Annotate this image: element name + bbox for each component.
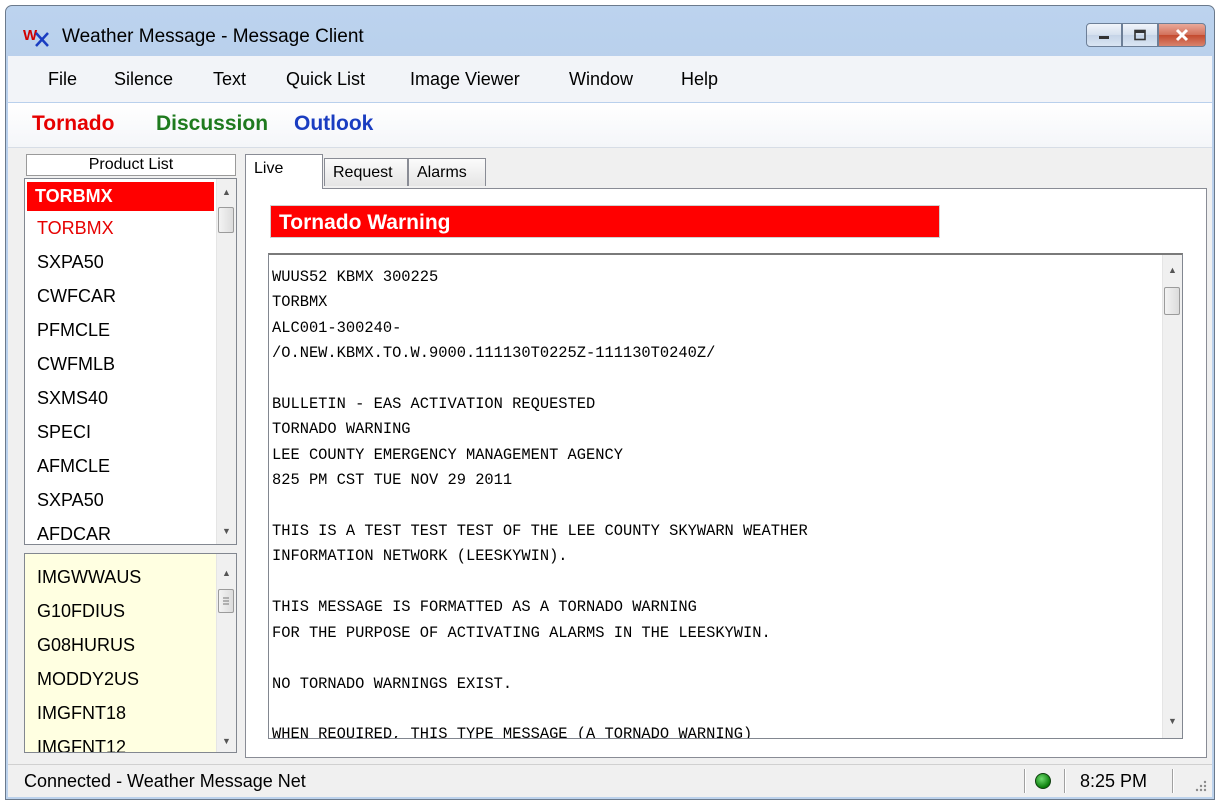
scroll-thumb[interactable] (218, 589, 234, 613)
message-line: INFORMATION NETWORK (LEESKYWIN). (272, 547, 568, 566)
message-line (272, 646, 1154, 671)
menu-quick-list[interactable]: Quick List (286, 69, 365, 90)
menu-help[interactable]: Help (681, 69, 718, 90)
product-title-banner: Tornado Warning (270, 205, 940, 238)
message-line (272, 697, 1154, 722)
status-divider (1024, 769, 1025, 793)
svg-text:W: W (23, 27, 38, 44)
message-line (272, 494, 1154, 519)
message-line: /O.NEW.KBMX.TO.W.9000.111130T0225Z-11113… (272, 344, 716, 363)
message-line: TORBMX (272, 293, 328, 312)
message-line: THIS MESSAGE IS FORMATTED AS A TORNADO W… (272, 598, 697, 617)
list-item[interactable]: CWFMLB (25, 347, 216, 381)
product-list: TORBMX TORBMX SXPA50 CWFCAR PFMCLE CWFML… (24, 178, 237, 545)
window-title: Weather Message - Message Client (62, 26, 364, 47)
list-item[interactable]: IMGFNT12 (25, 730, 216, 752)
image-list-scrollbar[interactable]: ▲ ▼ (216, 554, 236, 752)
minimize-button[interactable] (1086, 23, 1122, 47)
scroll-up-arrow-icon[interactable]: ▲ (217, 564, 236, 582)
maximize-button[interactable] (1122, 23, 1158, 47)
scroll-thumb[interactable] (218, 207, 234, 233)
list-item[interactable]: SPECI (25, 415, 216, 449)
list-item[interactable]: SXMS40 (25, 381, 216, 415)
connection-indicator-icon (1035, 773, 1051, 789)
scroll-thumb[interactable] (1164, 287, 1180, 315)
product-list-scrollbar[interactable]: ▲ ▼ (216, 179, 236, 544)
scroll-up-arrow-icon[interactable]: ▲ (217, 183, 236, 201)
message-text: WUUS52 KBMX 300225 TORBMX ALC001-300240- /O… (272, 265, 1154, 739)
image-list: IMGWWAUS G10FDIUS G08HURUS MODDY2US IMGF… (24, 553, 237, 753)
resize-grip-icon[interactable] (1194, 779, 1208, 793)
list-item[interactable]: G10FDIUS (25, 594, 216, 628)
list-item[interactable]: AFMCLE (25, 449, 216, 483)
message-scrollbar[interactable]: ▲ ▼ (1162, 255, 1182, 738)
menu-file[interactable]: File (48, 69, 77, 90)
menu-bar: File Silence Text Quick List Image Viewe… (8, 56, 1212, 102)
status-bar: Connected - Weather Message Net 8:25 PM (8, 764, 1212, 797)
list-item[interactable]: IMGFNT18 (25, 696, 216, 730)
message-line: TORNADO WARNING (272, 420, 411, 439)
weather-message-app-icon: W (23, 27, 49, 47)
tab-live[interactable]: Live (245, 154, 323, 189)
image-list-items: IMGWWAUS G10FDIUS G08HURUS MODDY2US IMGF… (25, 560, 216, 752)
message-line: LEE COUNTY EMERGENCY MANAGEMENT AGENCY (272, 445, 623, 464)
app-window: W Weather Message - Message Client File … (5, 5, 1215, 800)
quick-discussion-button[interactable]: Discussion (156, 112, 268, 136)
message-line: WUUS52 KBMX 300225 (272, 268, 439, 286)
menu-image-viewer[interactable]: Image Viewer (410, 69, 520, 90)
live-tab-panel: Tornado Warning WUUS52 KBMX 300225 TORBMX… (245, 188, 1207, 758)
grip-lines-icon (223, 597, 229, 605)
message-text-area[interactable]: WUUS52 KBMX 300225 TORBMX ALC001-300240- /O… (268, 253, 1183, 739)
scroll-down-arrow-icon[interactable]: ▼ (217, 522, 236, 540)
product-list-header: Product List (26, 154, 236, 176)
list-item[interactable]: CWFCAR (25, 279, 216, 313)
minimize-icon (1099, 36, 1109, 39)
message-line (272, 367, 1154, 392)
quick-list-bar: Tornado Discussion Outlook (8, 103, 1212, 148)
window-controls (1086, 23, 1206, 49)
connection-status: Connected - Weather Message Net (24, 771, 306, 791)
list-item[interactable]: G08HURUS (25, 628, 216, 662)
message-line: NO TORNADO WARNINGS EXIST. (272, 674, 513, 693)
quick-tornado-button[interactable]: Tornado (32, 112, 114, 136)
message-line: THIS IS A TEST TEST TEST OF THE LEE COUN… (272, 522, 808, 541)
message-line: WHEN REQUIRED, THIS TYPE MESSAGE (A TORN… (272, 725, 753, 739)
message-line: FOR THE PURPOSE OF ACTIVATING ALARMS IN … (272, 623, 771, 642)
tab-request[interactable]: Request (324, 158, 408, 186)
message-line (272, 570, 1154, 595)
message-line: 825 PM CST TUE NOV 29 2011 (272, 471, 513, 490)
status-divider (1064, 769, 1065, 793)
tab-alarms[interactable]: Alarms (408, 158, 486, 186)
menu-text[interactable]: Text (213, 69, 246, 90)
scroll-down-arrow-icon[interactable]: ▼ (1163, 712, 1182, 730)
list-item[interactable]: PFMCLE (25, 313, 216, 347)
list-item[interactable]: MODDY2US (25, 662, 216, 696)
status-time: 8:25 PM (1080, 771, 1148, 791)
list-item[interactable]: IMGWWAUS (25, 560, 216, 594)
list-item[interactable]: SXPA50 (25, 245, 216, 279)
menu-silence[interactable]: Silence (114, 69, 173, 90)
close-icon (1175, 28, 1189, 42)
menu-window[interactable]: Window (569, 69, 633, 90)
scroll-up-arrow-icon[interactable]: ▲ (1163, 261, 1182, 279)
close-button[interactable] (1158, 23, 1206, 47)
product-list-items: TORBMX TORBMX SXPA50 CWFCAR PFMCLE CWFML… (25, 179, 216, 544)
status-divider (1172, 769, 1173, 793)
list-item[interactable]: SXPA50 (25, 483, 216, 517)
message-line: BULLETIN - EAS ACTIVATION REQUESTED (272, 395, 596, 414)
list-item[interactable]: TORBMX (27, 182, 214, 211)
list-item[interactable]: TORBMX (25, 211, 216, 245)
message-line: ALC001-300240- (272, 318, 402, 337)
quick-outlook-button[interactable]: Outlook (294, 112, 373, 136)
client-area: Product List TORBMX TORBMX SXPA50 CWFCAR… (8, 148, 1212, 768)
list-item[interactable]: AFDCAR (25, 517, 216, 544)
maximize-icon (1134, 29, 1146, 41)
scroll-down-arrow-icon[interactable]: ▼ (217, 732, 236, 750)
